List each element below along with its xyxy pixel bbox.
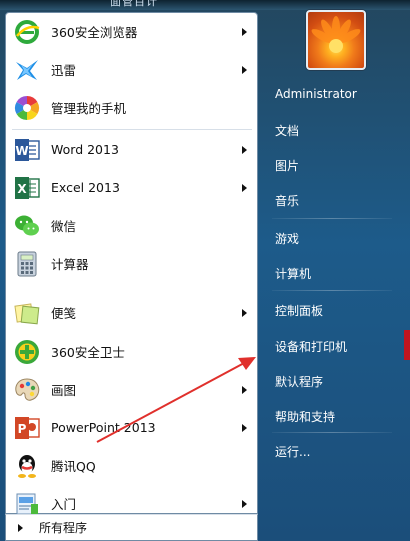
- program-item-phone-manager[interactable]: 管理我的手机: [6, 89, 257, 126]
- link-documents[interactable]: 文档: [275, 122, 299, 139]
- qq-icon: [12, 451, 42, 481]
- program-label: PowerPoint 2013: [51, 420, 156, 435]
- edge-marker: [404, 330, 410, 360]
- program-item-sticky-notes[interactable]: 便笺: [6, 294, 257, 331]
- submenu-arrow-icon: [242, 183, 247, 192]
- submenu-arrow-icon: [242, 385, 247, 394]
- program-item-wechat[interactable]: 微信: [6, 207, 257, 244]
- submenu-arrow-icon: [242, 65, 247, 74]
- program-item-excel[interactable]: X Excel 2013: [6, 169, 257, 206]
- 360-safe-icon: [12, 337, 42, 367]
- powerpoint-icon: P: [12, 413, 42, 443]
- divider: [272, 432, 392, 433]
- program-item-paint[interactable]: 画图: [6, 371, 257, 408]
- program-label: 360安全卫士: [51, 345, 125, 360]
- divider: [12, 129, 252, 130]
- link-pictures[interactable]: 图片: [275, 157, 299, 174]
- link-run[interactable]: 运行...: [275, 443, 310, 460]
- link-games[interactable]: 游戏: [275, 230, 299, 247]
- user-avatar[interactable]: [306, 10, 366, 70]
- divider: [272, 218, 392, 219]
- 360-browser-icon: [12, 17, 42, 47]
- submenu-arrow-icon: [242, 145, 247, 154]
- excel-icon: X: [12, 173, 42, 203]
- top-strip: 面管百计: [0, 0, 410, 10]
- link-default-programs[interactable]: 默认程序: [275, 373, 323, 390]
- program-item-powerpoint[interactable]: P PowerPoint 2013: [6, 409, 257, 446]
- program-label: 微信: [51, 219, 77, 234]
- top-strip-text: 面管百计: [110, 0, 158, 8]
- flower-picture-icon: [311, 16, 361, 53]
- svg-text:W: W: [15, 144, 28, 158]
- all-programs-arrow-icon: [18, 523, 23, 532]
- link-music[interactable]: 音乐: [275, 192, 299, 209]
- all-programs-button[interactable]: 所有程序: [5, 514, 258, 541]
- submenu-arrow-icon: [242, 27, 247, 36]
- link-control-panel[interactable]: 控制面板: [275, 302, 323, 319]
- word-icon: W: [12, 135, 42, 165]
- program-label: 入门: [51, 497, 77, 512]
- xunlei-icon: [12, 55, 42, 85]
- wechat-icon: [12, 211, 42, 241]
- program-item-360-browser[interactable]: 360安全浏览器: [6, 13, 257, 50]
- program-item-calculator[interactable]: 计算器: [6, 245, 257, 282]
- program-item-360-safe[interactable]: 360安全卫士: [6, 333, 257, 370]
- program-label: Excel 2013: [51, 180, 120, 195]
- link-computer[interactable]: 计算机: [275, 265, 311, 282]
- paint-icon: [12, 375, 42, 405]
- all-programs-label: 所有程序: [39, 521, 88, 535]
- submenu-arrow-icon: [242, 423, 247, 432]
- user-name-link[interactable]: Administrator: [275, 87, 357, 101]
- link-help-and-support[interactable]: 帮助和支持: [275, 408, 335, 425]
- submenu-arrow-icon: [242, 499, 247, 508]
- program-label: 管理我的手机: [51, 101, 127, 116]
- calculator-icon: [12, 249, 42, 279]
- submenu-arrow-icon: [242, 308, 247, 317]
- program-label: 画图: [51, 383, 77, 398]
- svg-text:P: P: [18, 422, 27, 436]
- sticky-notes-icon: [12, 298, 42, 328]
- divider: [272, 290, 392, 291]
- programs-pane: 360安全浏览器 迅雷 管理我的手机 W Word 2013 X Excel 2…: [5, 12, 258, 514]
- link-devices-and-printers[interactable]: 设备和打印机: [275, 338, 347, 355]
- program-item-word[interactable]: W Word 2013: [6, 131, 257, 168]
- program-label: 腾讯QQ: [51, 459, 96, 474]
- start-menu: 面管百计 360安全浏览器 迅雷 管理我的手机 W Word 2013 X Ex…: [0, 0, 410, 541]
- program-label: 计算器: [51, 257, 89, 272]
- program-item-xunlei[interactable]: 迅雷: [6, 51, 257, 88]
- phone-manager-icon: [12, 93, 42, 123]
- program-label: 便笺: [51, 306, 77, 321]
- svg-text:X: X: [17, 182, 27, 196]
- program-label: 360安全浏览器: [51, 25, 138, 40]
- program-label: Word 2013: [51, 142, 119, 157]
- program-label: 迅雷: [51, 63, 77, 78]
- program-item-qq[interactable]: 腾讯QQ: [6, 447, 257, 484]
